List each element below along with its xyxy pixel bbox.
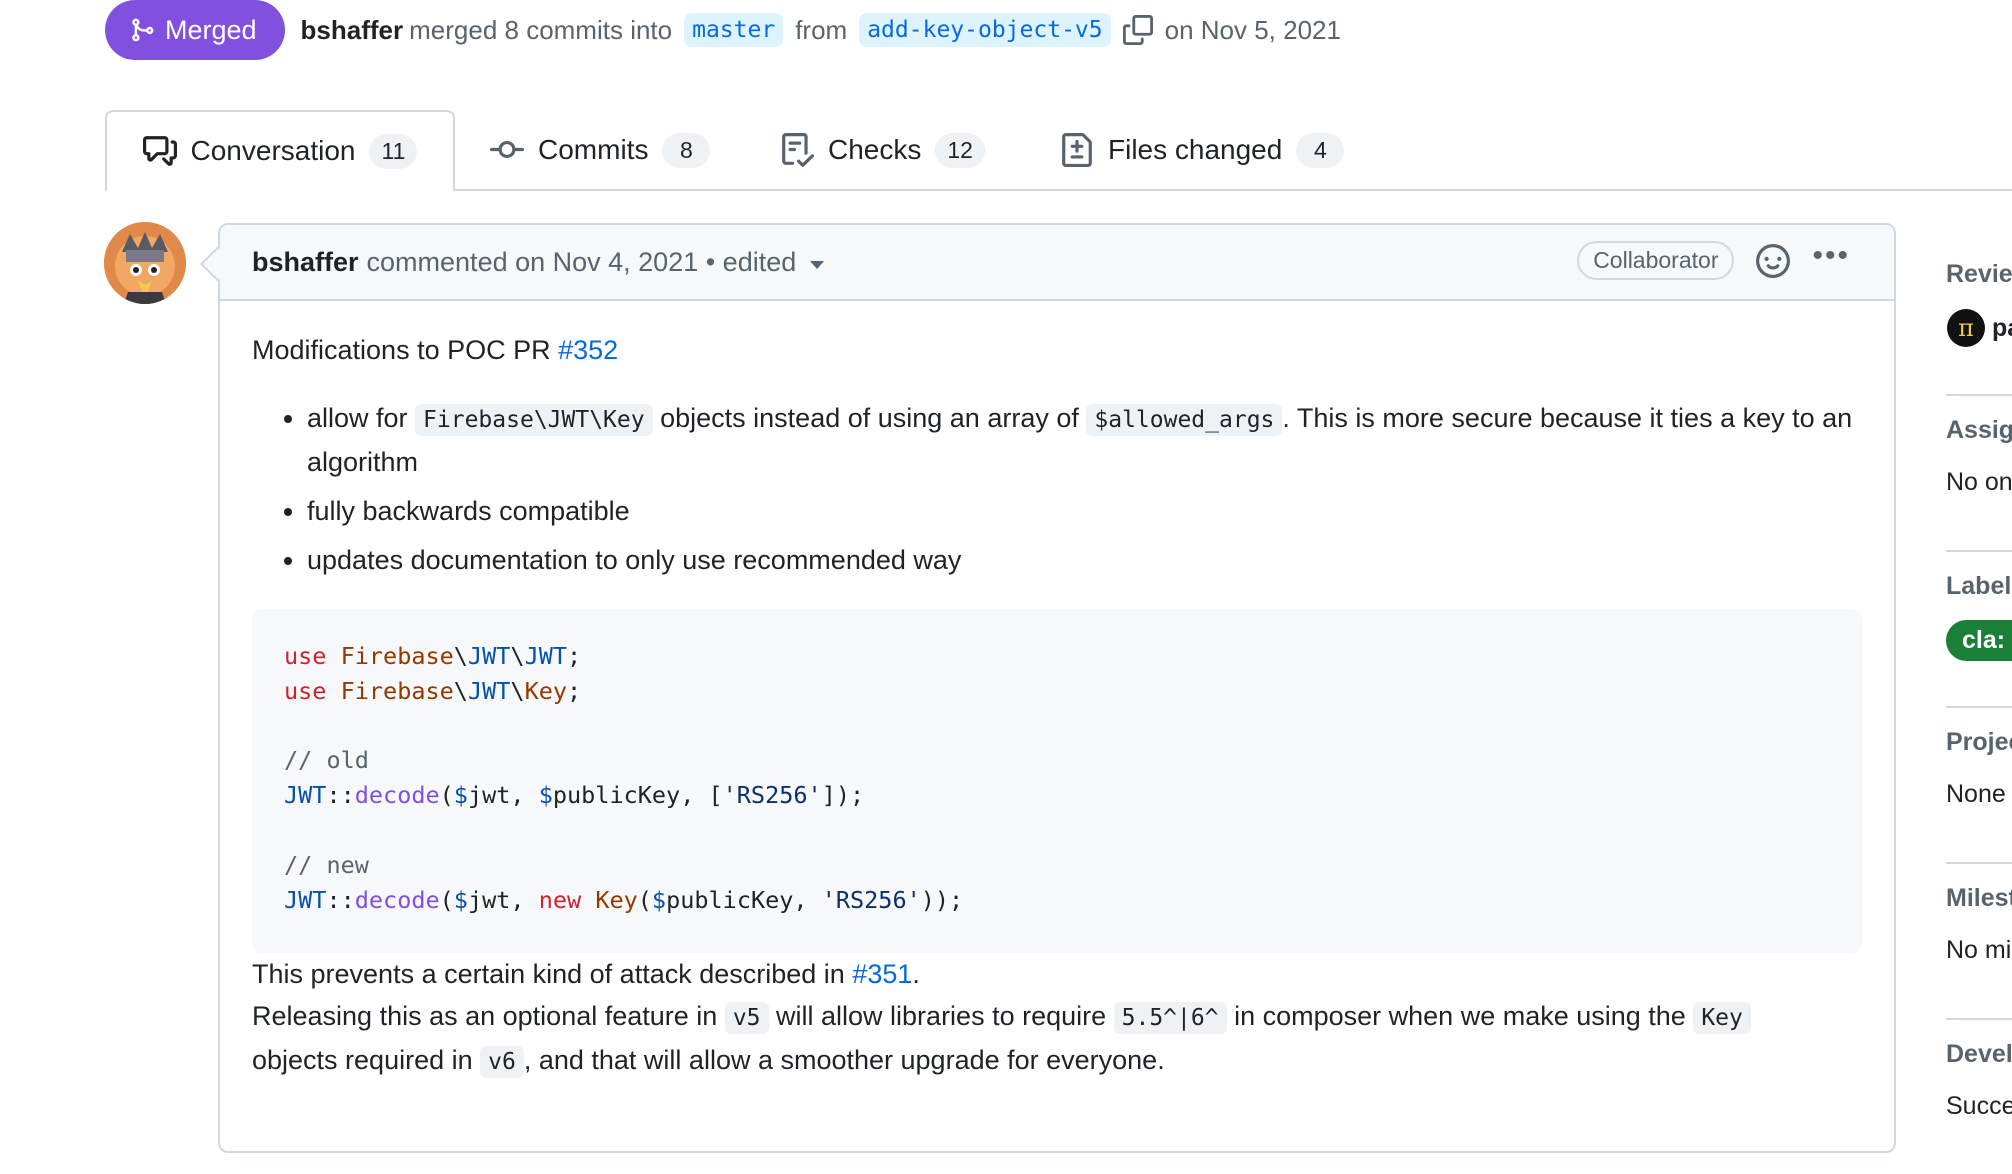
comment-paragraph-release: Releasing this as an optional feature in… bbox=[252, 995, 1862, 1083]
tab-conversation-label: Conversation bbox=[190, 135, 356, 166]
header-date: on Nov 5, 2021 bbox=[1164, 14, 1341, 45]
avatar[interactable] bbox=[104, 222, 186, 304]
sidebar-development: Devel Succe bbox=[1946, 1020, 2012, 1174]
list-item: allow for Firebase\JWT\Key objects inste… bbox=[307, 397, 1862, 483]
pr-header: Merged bshaffer merged 8 commits into ma… bbox=[105, 0, 1347, 60]
sidebar-title[interactable]: Devel bbox=[1946, 1040, 2012, 1069]
comment-header: bshaffer commented on Nov 4, 2021 • edit… bbox=[220, 225, 1894, 301]
tab-commits-count: 8 bbox=[662, 132, 711, 168]
inline-code: v5 bbox=[724, 1002, 769, 1034]
checklist-icon bbox=[782, 133, 814, 167]
tab-files-changed-label: Files changed bbox=[1108, 134, 1283, 165]
sidebar-milestone: Milest No mi bbox=[1946, 864, 2012, 1020]
sidebar-title[interactable]: Projec bbox=[1946, 728, 2012, 757]
sidebar-projects: Projec None bbox=[1946, 708, 2012, 864]
intro-text: Modifications to POC PR bbox=[252, 335, 559, 365]
pr-sidebar: Review π pa Assign No on Labels cla: y P… bbox=[1946, 240, 2012, 1174]
sidebar-reviewers: Review π pa bbox=[1946, 240, 2012, 396]
kebab-horizontal-icon[interactable]: ••• bbox=[1812, 239, 1850, 273]
edited-dropdown-caret[interactable] bbox=[810, 261, 825, 269]
reviewer-name: pa bbox=[1992, 313, 2012, 342]
sidebar-value: None bbox=[1946, 780, 2006, 808]
tab-conversation[interactable]: Conversation 11 bbox=[105, 110, 455, 192]
tab-checks-label: Checks bbox=[828, 134, 922, 165]
after2-text-d: objects required in bbox=[252, 1045, 481, 1075]
comment-author-link[interactable]: bshaffer bbox=[252, 247, 359, 278]
inline-code: $allowed_args bbox=[1086, 404, 1283, 436]
comment-intro: Modifications to POC PR #352 bbox=[252, 329, 1862, 371]
after2-text-c: in composer when we make using the bbox=[1226, 1001, 1694, 1031]
inline-code: v6 bbox=[480, 1046, 524, 1078]
label-cla[interactable]: cla: y bbox=[1946, 620, 2012, 661]
after2-text-e: , and that will allow a smoother upgrade… bbox=[523, 1045, 1165, 1075]
change-list: allow for Firebase\JWT\Key objects inste… bbox=[252, 397, 1862, 581]
after1-end: . bbox=[912, 959, 920, 989]
comment-meta[interactable]: commented on Nov 4, 2021 • edited bbox=[367, 247, 797, 278]
merged-status-badge: Merged bbox=[105, 0, 285, 60]
head-branch-link[interactable]: add-key-object-v5 bbox=[859, 13, 1111, 47]
pr-tabs: Conversation 11 Commits 8 Checks 12 File… bbox=[0, 110, 2012, 192]
reviewer-avatar: π bbox=[1947, 309, 1985, 347]
merged-status-label: Merged bbox=[165, 14, 257, 45]
tab-commits[interactable]: Commits 8 bbox=[490, 110, 711, 190]
list-item: fully backwards compatible bbox=[307, 490, 1862, 532]
tab-checks-count: 12 bbox=[935, 132, 985, 168]
sidebar-title[interactable]: Milest bbox=[1946, 884, 2012, 913]
tab-checks[interactable]: Checks 12 bbox=[780, 110, 985, 190]
header-merged-text: merged 8 commits into bbox=[409, 14, 673, 45]
sidebar-title[interactable]: Review bbox=[1946, 260, 2012, 289]
file-diff-icon bbox=[1062, 133, 1092, 167]
pr-351-link[interactable]: #351 bbox=[852, 959, 912, 989]
sidebar-value[interactable]: π pa bbox=[1946, 308, 2012, 348]
code-block: use Firebase\JWT\JWT; use Firebase\JWT\K… bbox=[252, 609, 1862, 953]
avatar-image bbox=[104, 222, 186, 304]
sidebar-value: Succe bbox=[1946, 1092, 2012, 1120]
bullet1-text-a: allow for bbox=[307, 403, 416, 433]
smiley-icon[interactable] bbox=[1756, 243, 1791, 278]
header-author-link[interactable]: bshaffer bbox=[301, 15, 404, 46]
sidebar-title[interactable]: Labels bbox=[1946, 572, 2012, 601]
after2-text-b: will allow libraries to require bbox=[768, 1001, 1114, 1031]
tab-files-changed-count: 4 bbox=[1296, 132, 1345, 168]
after1-text: This prevents a certain kind of attack d… bbox=[252, 959, 853, 989]
copy-branch-button[interactable] bbox=[1122, 15, 1153, 45]
list-item: updates documentation to only use recomm… bbox=[307, 539, 1862, 581]
svg-text:π: π bbox=[1958, 314, 1974, 342]
tab-conversation-count: 11 bbox=[369, 133, 418, 169]
comment-discussion-icon bbox=[142, 136, 177, 166]
comment-box: bshaffer commented on Nov 4, 2021 • edit… bbox=[218, 223, 1896, 1153]
sidebar-assignees: Assign No on bbox=[1946, 396, 2012, 552]
comment-paragraph-attack: This prevents a certain kind of attack d… bbox=[252, 953, 1862, 995]
inline-code: Key bbox=[1693, 1002, 1751, 1034]
comment-header-actions: Collaborator ••• bbox=[1577, 239, 1850, 280]
sidebar-value: No mi bbox=[1946, 936, 2012, 964]
collaborator-badge: Collaborator bbox=[1577, 241, 1735, 280]
pr-352-link[interactable]: #352 bbox=[558, 335, 618, 365]
inline-code: 5.5^|6^ bbox=[1113, 1002, 1227, 1034]
copy-icon bbox=[1122, 15, 1153, 45]
git-commit-icon bbox=[490, 140, 524, 158]
git-merge-icon bbox=[132, 18, 154, 42]
tab-files-changed[interactable]: Files changed 4 bbox=[1060, 110, 1345, 190]
comment-body: Modifications to POC PR #352 allow for F… bbox=[220, 301, 1894, 1083]
after2-text-a: Releasing this as an optional feature in bbox=[252, 1001, 725, 1031]
sidebar-title[interactable]: Assign bbox=[1946, 416, 2012, 445]
tab-commits-label: Commits bbox=[538, 134, 649, 165]
header-from-text: from bbox=[795, 14, 848, 45]
sidebar-labels: Labels cla: y bbox=[1946, 552, 2012, 708]
bullet1-text-b: objects instead of using an array of bbox=[652, 403, 1087, 433]
base-branch-link[interactable]: master bbox=[684, 13, 784, 47]
inline-code: Firebase\JWT\Key bbox=[415, 404, 653, 436]
sidebar-value: No on bbox=[1946, 468, 2012, 496]
